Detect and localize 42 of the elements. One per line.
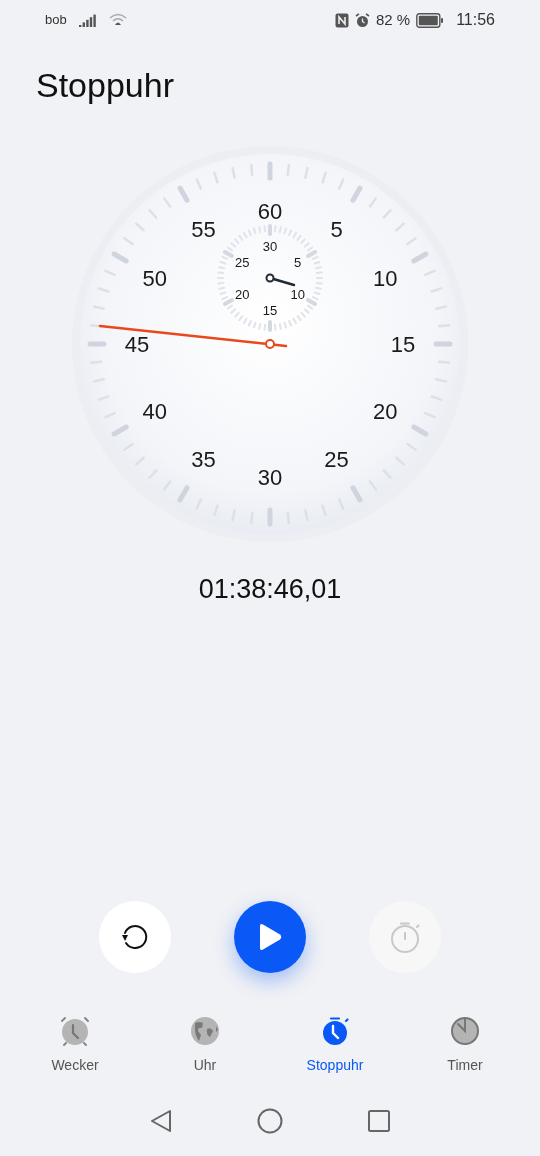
dial-number: 55 bbox=[191, 216, 216, 242]
dial-number: 25 bbox=[324, 447, 349, 473]
tab[interactable]: Uhr bbox=[155, 1015, 255, 1076]
stopwatch-icon bbox=[388, 920, 422, 954]
carrier-name: bob bbox=[45, 11, 67, 30]
start-button[interactable] bbox=[234, 901, 306, 973]
subdial-number: 30 bbox=[262, 239, 278, 254]
dial-number: 40 bbox=[142, 398, 168, 424]
page-title: Stoppuhr bbox=[35, 65, 175, 106]
subdial-number: 15 bbox=[262, 303, 278, 318]
nfc-icon bbox=[334, 12, 349, 28]
subdial-number: 20 bbox=[235, 287, 250, 302]
dial-number: 45 bbox=[124, 332, 150, 357]
dial-number: 5 bbox=[330, 216, 343, 242]
back-icon[interactable] bbox=[150, 1109, 172, 1133]
battery-icon bbox=[416, 12, 445, 28]
signal-icon bbox=[78, 13, 97, 27]
timer-icon bbox=[449, 1015, 481, 1047]
alarm-clock-icon bbox=[59, 1015, 91, 1047]
recents-icon[interactable] bbox=[368, 1110, 390, 1132]
dial-number: 15 bbox=[390, 332, 416, 357]
home-icon[interactable] bbox=[257, 1108, 283, 1134]
battery-percent: 82 % bbox=[375, 9, 411, 30]
subdial-number: 10 bbox=[290, 287, 305, 302]
clock-time: 11:56 bbox=[456, 10, 495, 30]
wifi-icon bbox=[108, 13, 127, 27]
dial-number: 50 bbox=[142, 265, 168, 291]
alarm-icon bbox=[354, 12, 370, 28]
subdial-number: 5 bbox=[294, 255, 302, 270]
dial-number: 35 bbox=[191, 447, 216, 473]
tab[interactable]: Stoppuhr bbox=[285, 1015, 385, 1076]
dial-number: 60 bbox=[257, 199, 283, 224]
tab[interactable]: Wecker bbox=[25, 1015, 125, 1076]
tab[interactable]: Timer bbox=[415, 1015, 515, 1076]
subdial-number: 25 bbox=[235, 255, 250, 270]
elapsed-time: 01:38:46,01 bbox=[198, 573, 342, 606]
minute-hand bbox=[265, 273, 296, 287]
dial-number: 30 bbox=[257, 465, 283, 490]
dial-number: 10 bbox=[372, 265, 398, 291]
dial-number: 20 bbox=[372, 398, 398, 424]
play-icon bbox=[257, 923, 283, 951]
globe-icon bbox=[189, 1015, 221, 1047]
